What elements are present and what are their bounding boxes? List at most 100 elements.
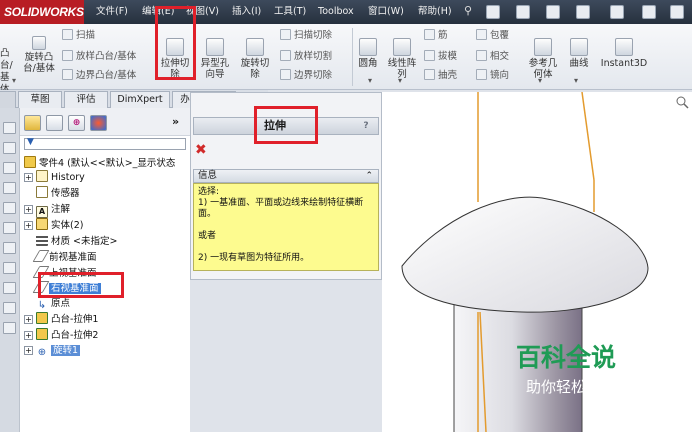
collapse-chevron-icon[interactable]: ⌃ xyxy=(365,170,373,182)
tab-sketch[interactable]: 草图 xyxy=(18,91,62,108)
expand-icon[interactable]: + xyxy=(24,205,33,214)
revolved-boss-button[interactable]: 旋转凸 台/基体 xyxy=(20,36,58,74)
strip-tool-icon[interactable] xyxy=(3,202,16,214)
shell-button[interactable]: 抽壳 xyxy=(424,69,457,82)
strip-tool-icon[interactable] xyxy=(3,162,16,174)
strip-tool-icon[interactable] xyxy=(3,182,16,194)
tree-item-boss-extrude-1[interactable]: + 凸台-拉伸1 xyxy=(24,312,98,327)
tree-item-boss-extrude-2[interactable]: + 凸台-拉伸2 xyxy=(24,328,98,343)
tree-item-solid-bodies[interactable]: + 实体(2) xyxy=(24,218,83,233)
open-icon[interactable] xyxy=(516,5,530,19)
strip-tool-icon[interactable] xyxy=(3,142,16,154)
extruded-cut-button[interactable]: 拉伸切除 xyxy=(160,38,190,80)
chevron-down-icon[interactable]: ▾ xyxy=(12,76,16,85)
menu-help[interactable]: 帮助(H) xyxy=(418,0,452,24)
expand-icon[interactable]: + xyxy=(24,221,33,230)
tree-label: 实体(2) xyxy=(51,220,84,231)
tree-root[interactable]: 零件4 (默认<<默认>_显示状态 xyxy=(24,156,175,171)
tree-item-sensors[interactable]: 传感器 xyxy=(24,186,80,201)
solidworks-window: SOLIDWORKS 文件(F) 编辑(E) 视图(V) 插入(I) 工具(T)… xyxy=(0,0,692,432)
draft-button[interactable]: 拔模 xyxy=(424,50,457,63)
filter-input[interactable]: ▼ xyxy=(24,137,186,150)
swept-cut-button[interactable]: 扫描切除 xyxy=(280,29,332,42)
wrap-button[interactable]: 包覆 xyxy=(476,29,509,42)
chevron-down-icon[interactable]: ▾ xyxy=(368,76,372,85)
menu-edit[interactable]: 编辑(E) xyxy=(142,0,174,24)
tree-item-front-plane[interactable]: 前视基准面 xyxy=(24,250,97,265)
expand-tabs-icon[interactable]: » xyxy=(172,115,179,128)
strip-tool-icon[interactable] xyxy=(3,302,16,314)
hole-wizard-button[interactable]: 异型孔向导 xyxy=(200,38,230,80)
close-x-icon[interactable]: ✖ xyxy=(195,143,207,157)
menu-window[interactable]: 窗口(W) xyxy=(368,0,404,24)
loft-icon xyxy=(62,50,73,61)
menu-toolbox[interactable]: Toolbox xyxy=(318,0,354,24)
rib-button[interactable]: 筋 xyxy=(424,29,448,42)
extruded-boss-button[interactable]: 凸台/基体 xyxy=(0,48,16,96)
tree-item-top-plane[interactable]: 上视基准面 xyxy=(24,266,97,281)
intersect-button[interactable]: 相交 xyxy=(476,50,509,63)
pin-icon[interactable]: ⚲ xyxy=(464,4,478,18)
menu-view[interactable]: 视图(V) xyxy=(186,0,219,24)
expand-icon[interactable]: + xyxy=(24,315,33,324)
chevron-down-icon[interactable]: ▾ xyxy=(574,76,578,85)
display-tab-icon[interactable] xyxy=(90,115,107,131)
save-icon[interactable] xyxy=(546,5,560,19)
tree-item-material[interactable]: 材质 <未指定> xyxy=(24,234,117,249)
zoom-icon[interactable] xyxy=(676,96,686,106)
select-icon[interactable] xyxy=(642,5,656,19)
new-doc-icon[interactable] xyxy=(486,5,500,19)
curves-button[interactable]: 曲线 xyxy=(566,38,592,69)
expand-icon[interactable]: + xyxy=(24,173,33,182)
tree-item-revolve-1[interactable]: + ⊕ 旋转1 xyxy=(24,343,81,358)
menu-insert[interactable]: 插入(I) xyxy=(232,0,261,24)
menu-file[interactable]: 文件(F) xyxy=(96,0,128,24)
instant3d-button[interactable]: Instant3D xyxy=(600,38,648,69)
plane-icon xyxy=(32,281,50,293)
info-section-header[interactable]: 信息 ⌃ xyxy=(193,169,379,183)
print-icon[interactable] xyxy=(576,5,590,19)
expand-icon[interactable]: + xyxy=(24,346,33,355)
strip-tool-icon[interactable] xyxy=(3,242,16,254)
help-icon[interactable]: ? xyxy=(360,120,372,132)
boundary-cut-button[interactable]: 边界切除 xyxy=(280,69,332,82)
strip-tool-icon[interactable] xyxy=(3,322,16,334)
draft-icon xyxy=(424,50,435,61)
tree-item-right-plane[interactable]: 右视基准面 xyxy=(24,281,101,296)
menu-tools[interactable]: 工具(T) xyxy=(274,0,306,24)
tree-item-history[interactable]: + History xyxy=(24,170,85,185)
configuration-tab-icon[interactable]: ⊕ xyxy=(68,115,85,131)
boundary-cut-label: 边界切除 xyxy=(294,70,333,81)
extrude-icon xyxy=(36,312,48,324)
hole-wizard-label: 异型孔向导 xyxy=(200,58,230,80)
fillet-button[interactable]: 圆角 xyxy=(356,38,380,69)
reference-geometry-button[interactable]: 参考几何体 xyxy=(526,38,560,80)
chevron-down-icon[interactable]: ▾ xyxy=(538,76,542,85)
tab-dimxpert[interactable]: DimXpert xyxy=(110,91,170,108)
strip-tool-icon[interactable] xyxy=(3,122,16,134)
revolved-cut-button[interactable]: 旋转切除 xyxy=(240,38,270,80)
expand-icon[interactable]: + xyxy=(24,331,33,340)
boundary-boss-button[interactable]: 边界凸台/基体 xyxy=(62,69,136,82)
lofted-cut-button[interactable]: 放样切割 xyxy=(280,50,332,63)
tab-features[interactable] xyxy=(0,91,16,108)
tree-item-annotations[interactable]: + A 注解 xyxy=(24,202,70,218)
swept-cut-label: 扫描切除 xyxy=(294,30,333,41)
sweep-button[interactable]: 扫描 xyxy=(62,29,95,42)
strip-tool-icon[interactable] xyxy=(3,222,16,234)
chevron-down-icon[interactable]: ▾ xyxy=(398,76,402,85)
mirror-button[interactable]: 镜向 xyxy=(476,69,509,82)
rebuild-icon[interactable] xyxy=(670,5,684,19)
linear-pattern-button[interactable]: 线性阵列 xyxy=(384,38,420,80)
feature-tree-tab-icon[interactable] xyxy=(24,115,41,131)
undo-icon[interactable] xyxy=(610,5,624,19)
watermark-subtitle: 助你轻松解决 xyxy=(526,378,616,396)
tree-item-origin[interactable]: ↳ 原点 xyxy=(24,296,70,311)
rib-icon xyxy=(424,29,435,40)
loft-button[interactable]: 放样凸台/基体 xyxy=(62,50,136,63)
tab-evaluate[interactable]: 评估 xyxy=(64,91,108,108)
info-line: 或者 xyxy=(198,231,217,241)
strip-tool-icon[interactable] xyxy=(3,262,16,274)
strip-tool-icon[interactable] xyxy=(3,282,16,294)
property-tab-icon[interactable] xyxy=(46,115,63,131)
